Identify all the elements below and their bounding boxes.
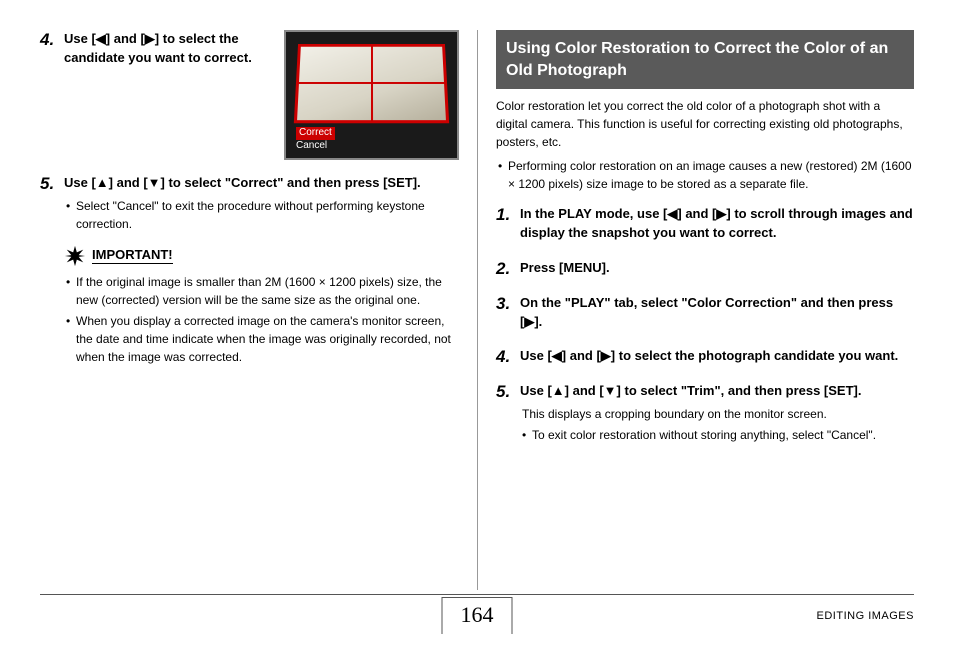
left-arrow-icon: ◀ xyxy=(552,348,562,363)
r-step-3: 3. On the "PLAY" tab, select "Color Corr… xyxy=(496,294,914,336)
step-number: 5. xyxy=(40,174,64,233)
bullet-icon: • xyxy=(496,157,508,193)
important-bullet-2: • When you display a corrected image on … xyxy=(64,312,459,366)
step-5: 5. Use [▲] and [▼] to select "Correct" a… xyxy=(40,174,459,233)
step-5-bullet-text: Select "Cancel" to exit the procedure wi… xyxy=(76,197,459,233)
r-step-5: 5. Use [▲] and [▼] to select "Trim", and… xyxy=(496,382,914,444)
step-number: 4. xyxy=(40,30,64,72)
right-column: Using Color Restoration to Correct the C… xyxy=(477,30,914,590)
step-5-bullet: • Select "Cancel" to exit the procedure … xyxy=(64,197,459,233)
r-step-5-title: Use [▲] and [▼] to select "Trim", and th… xyxy=(520,382,914,401)
step-5-title: Use [▲] and [▼] to select "Correct" and … xyxy=(64,174,459,193)
thumbnail-options: Correct Cancel xyxy=(296,127,335,152)
step-number: 5. xyxy=(496,382,520,444)
bullet-icon: • xyxy=(64,273,76,309)
r-step-2: 2. Press [MENU]. xyxy=(496,259,914,282)
left-arrow-icon: ◀ xyxy=(667,206,677,221)
step-4-title: Use [◀] and [▶] to select the candidate … xyxy=(64,30,270,68)
important-bullet-1-text: If the original image is smaller than 2M… xyxy=(76,273,459,309)
r-step-4: 4. Use [◀] and [▶] to select the photogr… xyxy=(496,347,914,370)
r-step-5-sub: This displays a cropping boundary on the… xyxy=(522,405,914,423)
page-number: 164 xyxy=(442,597,513,634)
burst-icon xyxy=(64,245,86,267)
intro-bullet: • Performing color restoration on an ima… xyxy=(496,157,914,193)
step-number: 1. xyxy=(496,205,520,247)
thumb-option-cancel: Cancel xyxy=(296,140,327,151)
up-arrow-icon: ▲ xyxy=(96,175,109,190)
r-step-2-title: Press [MENU]. xyxy=(520,259,914,278)
r-step-3-title: On the "PLAY" tab, select "Color Correct… xyxy=(520,294,914,332)
important-bullet-1: • If the original image is smaller than … xyxy=(64,273,459,309)
step-number: 2. xyxy=(496,259,520,282)
up-arrow-icon: ▲ xyxy=(552,383,565,398)
r-step-4-title: Use [◀] and [▶] to select the photograph… xyxy=(520,347,914,366)
r-step-5-bullet-text: To exit color restoration without storin… xyxy=(532,426,876,444)
bullet-icon: • xyxy=(520,426,532,444)
footer-section-label: EDITING IMAGES xyxy=(817,610,914,622)
step-4: 4. Use [◀] and [▶] to select the candida… xyxy=(40,30,459,160)
down-arrow-icon: ▼ xyxy=(148,175,161,190)
step-number: 4. xyxy=(496,347,520,370)
important-label: IMPORTANT! xyxy=(92,247,173,264)
candidate-thumbnail: Correct Cancel xyxy=(284,30,459,160)
section-intro: Color restoration let you correct the ol… xyxy=(496,97,914,151)
r-step-5-bullet: • To exit color restoration without stor… xyxy=(520,426,914,444)
right-arrow-icon: ▶ xyxy=(716,206,726,221)
important-bullet-2-text: When you display a corrected image on th… xyxy=(76,312,459,366)
important-block: IMPORTANT! • If the original image is sm… xyxy=(64,245,459,366)
thumb-option-correct: Correct xyxy=(296,127,335,140)
page-footer: 164 EDITING IMAGES xyxy=(40,594,914,634)
r-step-1-title: In the PLAY mode, use [◀] and [▶] to scr… xyxy=(520,205,914,243)
step-number: 3. xyxy=(496,294,520,336)
left-arrow-icon: ◀ xyxy=(96,31,106,46)
bullet-icon: • xyxy=(64,312,76,366)
right-arrow-icon: ▶ xyxy=(524,314,534,329)
section-header: Using Color Restoration to Correct the C… xyxy=(496,30,914,89)
intro-bullet-text: Performing color restoration on an image… xyxy=(508,157,914,193)
bullet-icon: • xyxy=(64,197,76,233)
down-arrow-icon: ▼ xyxy=(604,383,617,398)
right-arrow-icon: ▶ xyxy=(145,31,155,46)
page-body: 4. Use [◀] and [▶] to select the candida… xyxy=(0,0,954,590)
left-column: 4. Use [◀] and [▶] to select the candida… xyxy=(40,30,477,590)
right-arrow-icon: ▶ xyxy=(601,348,611,363)
r-step-1: 1. In the PLAY mode, use [◀] and [▶] to … xyxy=(496,205,914,247)
thumbnail-grid xyxy=(294,44,449,123)
